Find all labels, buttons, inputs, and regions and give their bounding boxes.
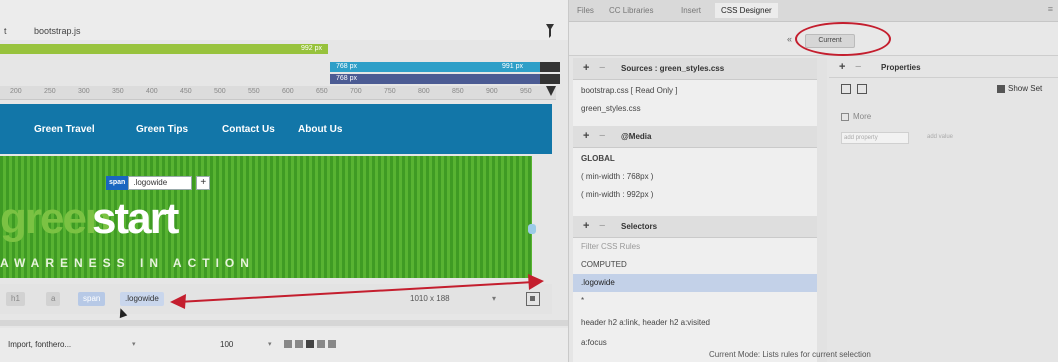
nav-about-us[interactable]: About Us bbox=[298, 124, 342, 135]
selector-item-selected[interactable]: .logowide bbox=[573, 274, 817, 292]
nav-green-travel[interactable]: Green Travel bbox=[34, 124, 95, 135]
properties-title: Properties bbox=[881, 63, 921, 72]
design-view: t bootstrap.js 992 px 768 px 991 px 768 … bbox=[0, 0, 568, 362]
remove-selector-button[interactable]: − bbox=[599, 220, 605, 232]
media-item[interactable]: GLOBAL bbox=[573, 150, 817, 168]
crumb-logowide[interactable]: .logowide bbox=[120, 292, 164, 306]
media-query-bar-768[interactable]: 768 px bbox=[330, 74, 560, 84]
collapse-icon[interactable]: « bbox=[787, 34, 792, 44]
panel-tabs: Files CC Libraries Insert CSS Designer ≡ bbox=[569, 0, 1058, 22]
selector-item[interactable]: COMPUTED bbox=[573, 256, 817, 274]
media-query-bar-992[interactable]: 992 px bbox=[0, 44, 328, 54]
properties-header: + − Properties bbox=[829, 58, 1058, 78]
property-inspector-bar: Import, fonthero... ▾ 100 ▾ bbox=[0, 328, 568, 362]
layout-category-icon[interactable] bbox=[841, 84, 851, 94]
media-tag bbox=[540, 74, 560, 84]
panel-group: Files CC Libraries Insert CSS Designer ≡… bbox=[568, 0, 1058, 362]
media-query-bar-768-991[interactable]: 768 px 991 px bbox=[330, 62, 560, 72]
align-right-icon[interactable] bbox=[306, 340, 314, 348]
tab-css-designer[interactable]: CSS Designer bbox=[715, 3, 778, 18]
filter-css-rules-input[interactable]: Filter CSS Rules bbox=[573, 238, 817, 256]
align-center-icon[interactable] bbox=[295, 340, 303, 348]
align-left-icon[interactable] bbox=[284, 340, 292, 348]
list-icon[interactable] bbox=[328, 340, 336, 348]
crumb-a[interactable]: a bbox=[46, 292, 61, 306]
nav-green-tips[interactable]: Green Tips bbox=[136, 124, 188, 135]
source-item[interactable]: bootstrap.css [ Read Only ] bbox=[573, 82, 817, 100]
crumb-h1[interactable]: h1 bbox=[6, 292, 25, 306]
media-title: @Media bbox=[621, 132, 652, 141]
dreamweaver-window: t bootstrap.js 992 px 768 px 991 px 768 … bbox=[0, 0, 1058, 362]
page-navbar: Green Travel Green Tips Contact Us About… bbox=[0, 104, 552, 154]
chip-class-input[interactable]: .logowide bbox=[128, 176, 193, 190]
window-size-readout[interactable]: 1010 x 188 bbox=[410, 294, 450, 303]
size-field[interactable]: 100 bbox=[220, 340, 233, 349]
filter-funnel-icon[interactable] bbox=[546, 24, 554, 38]
selector-item[interactable]: * bbox=[573, 292, 817, 310]
add-value-input[interactable]: add value bbox=[927, 134, 953, 140]
page-banner: green start AWARENESS IN ACTION bbox=[0, 156, 532, 278]
ruler-position-marker[interactable] bbox=[546, 86, 556, 96]
tag-selector-bar: h1 a span .logowide 1010 x 188 ▾ bbox=[0, 284, 552, 314]
crumb-span[interactable]: span bbox=[78, 292, 106, 306]
add-source-button[interactable]: + bbox=[583, 62, 589, 74]
horizontal-ruler: 200 250 300 350 400 450 500 550 600 650 … bbox=[0, 86, 556, 100]
scrollbar[interactable] bbox=[817, 58, 827, 362]
banner-tagline: AWARENESS IN ACTION bbox=[0, 256, 255, 270]
chip-tag: span bbox=[106, 176, 129, 190]
text-category-icon[interactable] bbox=[857, 84, 867, 94]
highlight-ellipse bbox=[795, 22, 891, 56]
nav-contact-us[interactable]: Contact Us bbox=[222, 124, 275, 135]
selectors-header: + − Selectors bbox=[573, 216, 817, 238]
more-section[interactable]: More bbox=[841, 112, 871, 121]
resize-handle[interactable] bbox=[528, 224, 536, 234]
chip-add-button[interactable]: + bbox=[196, 176, 211, 190]
chevron-down-icon[interactable]: ▾ bbox=[132, 340, 136, 348]
element-selector-chip[interactable]: span .logowide + bbox=[106, 176, 211, 190]
align-justify-icon[interactable] bbox=[317, 340, 325, 348]
tab-cc-libraries[interactable]: CC Libraries bbox=[609, 6, 653, 15]
properties-column: + − Properties Show Set More add propert… bbox=[829, 58, 1058, 362]
remove-media-button[interactable]: − bbox=[599, 130, 605, 142]
expand-icon bbox=[841, 112, 849, 121]
live-view-icon[interactable] bbox=[526, 292, 540, 306]
checkbox-icon bbox=[997, 84, 1005, 93]
panel-menu-icon[interactable]: ≡ bbox=[1048, 4, 1053, 14]
selector-item[interactable]: header h2 a:link, header h2 a:visited bbox=[573, 314, 817, 332]
chevron-down-icon[interactable]: ▾ bbox=[268, 340, 272, 348]
add-property-button[interactable]: + bbox=[839, 61, 845, 73]
show-set-checkbox[interactable]: Show Set bbox=[997, 84, 1042, 93]
media-header: + − @Media bbox=[573, 126, 817, 148]
sources-title: Sources : green_styles.css bbox=[621, 64, 725, 73]
remove-property-button[interactable]: − bbox=[855, 61, 861, 73]
chevron-down-icon[interactable]: ▾ bbox=[492, 294, 496, 303]
banner-logo-start[interactable]: start bbox=[92, 194, 179, 244]
panel-divider-grip[interactable] bbox=[0, 320, 568, 326]
doc-tab-partial[interactable]: t bbox=[4, 26, 7, 36]
source-item[interactable]: green_styles.css bbox=[573, 100, 817, 118]
css-rules-column: + − Sources : green_styles.css bootstrap… bbox=[573, 58, 817, 362]
add-property-input[interactable]: add property bbox=[841, 132, 909, 144]
sources-header: + − Sources : green_styles.css bbox=[573, 58, 817, 80]
tab-files[interactable]: Files bbox=[577, 6, 594, 15]
alignment-buttons bbox=[284, 340, 336, 348]
media-item[interactable]: ( min-width : 992px ) bbox=[573, 186, 817, 204]
document-tabbar: t bootstrap.js bbox=[0, 0, 568, 40]
mode-status-text: Current Mode: Lists rules for current se… bbox=[709, 350, 871, 359]
doc-tab-bootstrap-js[interactable]: bootstrap.js bbox=[34, 26, 81, 36]
selectors-title: Selectors bbox=[621, 222, 658, 231]
add-media-button[interactable]: + bbox=[583, 130, 589, 142]
media-tag bbox=[540, 62, 560, 72]
media-item[interactable]: ( min-width : 768px ) bbox=[573, 168, 817, 186]
remove-source-button[interactable]: − bbox=[599, 62, 605, 74]
tab-insert[interactable]: Insert bbox=[681, 6, 701, 15]
add-selector-button[interactable]: + bbox=[583, 220, 589, 232]
format-dropdown[interactable]: Import, fonthero... bbox=[8, 340, 71, 349]
